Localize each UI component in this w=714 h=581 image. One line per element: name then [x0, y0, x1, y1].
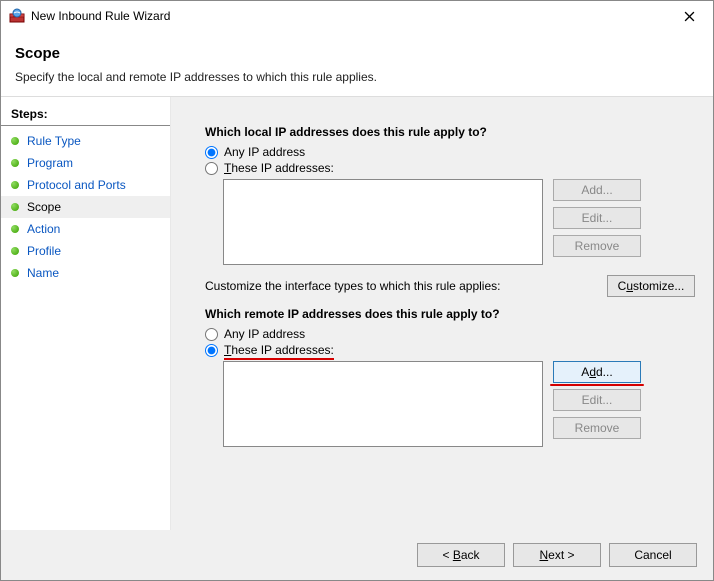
step-label: Action: [27, 222, 60, 236]
step-label: Name: [27, 266, 59, 280]
remote-edit-button: Edit...: [553, 389, 641, 411]
back-button[interactable]: < Back: [417, 543, 505, 567]
remote-these-radio-row[interactable]: These IP addresses:: [205, 343, 695, 357]
page-description: Specify the local and remote IP addresse…: [15, 70, 699, 84]
local-ip-listbox[interactable]: [223, 179, 543, 265]
bullet-icon: [11, 225, 19, 233]
local-remove-button: Remove: [553, 235, 641, 257]
bullet-icon: [11, 159, 19, 167]
remote-add-button[interactable]: Add...: [553, 361, 641, 383]
local-these-label: These IP addresses:: [224, 161, 334, 175]
step-name[interactable]: Name: [1, 262, 170, 284]
bullet-icon: [11, 247, 19, 255]
remote-ip-listbox[interactable]: [223, 361, 543, 447]
steps-sidebar: Steps: Rule Type Program Protocol and Po…: [1, 97, 171, 530]
footer: < Back Next > Cancel: [1, 530, 713, 580]
remote-these-label: These IP addresses:: [224, 343, 334, 357]
titlebar: New Inbound Rule Wizard: [1, 1, 713, 31]
steps-label: Steps:: [1, 105, 170, 126]
remote-any-radio-row[interactable]: Any IP address: [205, 327, 695, 341]
step-profile[interactable]: Profile: [1, 240, 170, 262]
remote-any-radio[interactable]: [205, 328, 218, 341]
wizard-window: New Inbound Rule Wizard Scope Specify th…: [0, 0, 714, 581]
bullet-icon: [11, 269, 19, 277]
close-button[interactable]: [669, 2, 709, 30]
local-any-radio[interactable]: [205, 146, 218, 159]
step-label: Profile: [27, 244, 61, 258]
step-label: Protocol and Ports: [27, 178, 126, 192]
step-label: Scope: [27, 200, 61, 214]
cancel-button[interactable]: Cancel: [609, 543, 697, 567]
remote-remove-button: Remove: [553, 417, 641, 439]
window-title: New Inbound Rule Wizard: [31, 9, 669, 23]
bullet-icon: [11, 181, 19, 189]
local-any-radio-row[interactable]: Any IP address: [205, 145, 695, 159]
customize-button[interactable]: Customize...: [607, 275, 695, 297]
local-these-radio-row[interactable]: These IP addresses:: [205, 161, 695, 175]
local-these-radio[interactable]: [205, 162, 218, 175]
step-program[interactable]: Program: [1, 152, 170, 174]
step-protocol-and-ports[interactable]: Protocol and Ports: [1, 174, 170, 196]
local-any-label: Any IP address: [224, 145, 305, 159]
remote-question: Which remote IP addresses does this rule…: [205, 307, 695, 321]
main-panel: Which local IP addresses does this rule …: [171, 97, 713, 530]
step-rule-type[interactable]: Rule Type: [1, 130, 170, 152]
step-action[interactable]: Action: [1, 218, 170, 240]
step-scope[interactable]: Scope: [1, 196, 170, 218]
page-heading: Scope: [15, 45, 699, 62]
remote-these-radio[interactable]: [205, 344, 218, 357]
bullet-icon: [11, 137, 19, 145]
header: Scope Specify the local and remote IP ad…: [1, 31, 713, 97]
step-label: Program: [27, 156, 73, 170]
local-add-button: Add...: [553, 179, 641, 201]
bullet-icon: [11, 203, 19, 211]
local-edit-button: Edit...: [553, 207, 641, 229]
local-question: Which local IP addresses does this rule …: [205, 125, 695, 139]
remote-any-label: Any IP address: [224, 327, 305, 341]
next-button[interactable]: Next >: [513, 543, 601, 567]
firewall-icon: [9, 8, 25, 24]
step-label: Rule Type: [27, 134, 81, 148]
interface-text: Customize the interface types to which t…: [205, 279, 500, 293]
